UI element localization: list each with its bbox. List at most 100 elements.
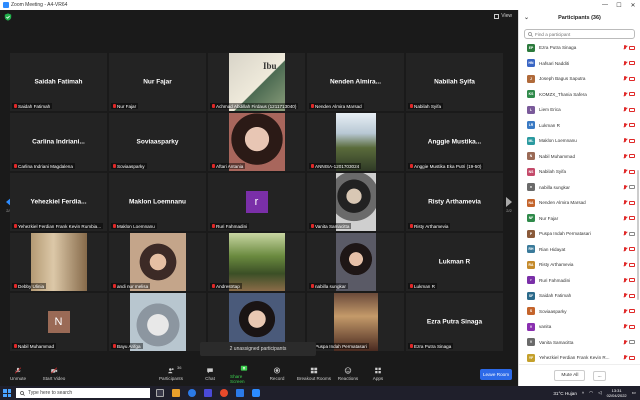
participant-row[interactable]: SF Saidah Fatimah: [519, 288, 640, 304]
participant-tile[interactable]: Carlina Indriani... Carlina Indriani Magd…: [10, 113, 107, 171]
mic-muted-icon: [113, 104, 116, 108]
participant-tile[interactable]: nabilla sungkar: [307, 233, 404, 291]
apps-button[interactable]: Apps: [370, 362, 386, 386]
participant-row[interactable]: L Liem Erica: [519, 102, 640, 118]
participant-tile[interactable]: Vanita Samacitta: [307, 173, 404, 231]
participant-tile[interactable]: ANNISA-1201703024: [307, 113, 404, 171]
zoom-taskbar-icon[interactable]: [252, 389, 260, 397]
participant-row[interactable]: r Ruri Fahmadini: [519, 273, 640, 289]
minimize-button[interactable]: —: [598, 0, 612, 10]
participant-row[interactable]: J Joseph Bagus Saputra: [519, 71, 640, 87]
edge-browser-icon[interactable]: [188, 389, 196, 397]
participant-tile[interactable]: r Ruri Fahmadini: [208, 173, 305, 231]
participant-tile[interactable]: Ezra Putra Sinaga Ezra Putra Sinaga: [406, 293, 503, 351]
chevron-down-icon[interactable]: ⌄: [524, 14, 529, 21]
participant-row[interactable]: V Vanita Samacitta: [519, 335, 640, 351]
video-off-icon: [629, 216, 635, 220]
unmute-button[interactable]: Unmute: [8, 362, 28, 386]
task-view-icon[interactable]: [156, 389, 164, 397]
clock[interactable]: 13:31 02/04/2022: [607, 388, 627, 398]
video-off-icon: [629, 200, 635, 205]
video-off-icon: [629, 138, 635, 143]
participant-avatar: r: [245, 191, 268, 213]
participant-tile[interactable]: Saidah Fatimah Saidah Fatimah: [10, 53, 107, 111]
participant-tile[interactable]: Risty Arthamevia Risty Arthamevia: [406, 173, 503, 231]
participant-row[interactable]: LR Lukman R: [519, 118, 640, 134]
participant-status-icons: [623, 200, 635, 205]
record-button[interactable]: Record: [268, 362, 286, 386]
participant-row[interactable]: YF Yehezkiel Ferdian Frank Kevin R...: [519, 350, 640, 364]
shield-icon[interactable]: [4, 13, 12, 21]
participant-row[interactable]: KS KOMZX_Thania Safera: [519, 87, 640, 103]
video-off-icon: [629, 355, 635, 360]
close-button[interactable]: ✕: [626, 0, 640, 10]
participant-tile[interactable]: Aftari Antania: [208, 113, 305, 171]
participant-row[interactable]: HN Hafsari Nadditi: [519, 56, 640, 72]
participant-row[interactable]: N Nabil Muhammad: [519, 149, 640, 165]
view-button[interactable]: View: [494, 13, 512, 19]
mic-muted-icon: [14, 224, 17, 228]
participant-row[interactable]: EP Ezra Putra Sinaga: [519, 40, 640, 56]
participant-row[interactable]: P Puspa Indah Permatasari: [519, 226, 640, 242]
unassigned-participants-button[interactable]: 2 unassigned participants: [200, 342, 316, 356]
taskbar-search[interactable]: Type here to search: [16, 388, 150, 398]
mic-muted-icon: [623, 138, 627, 143]
participant-row[interactable]: NS Nabilah Syifa: [519, 164, 640, 180]
search-input[interactable]: [535, 31, 625, 37]
weather-text[interactable]: 31°C Hujan: [553, 391, 577, 396]
next-page-button[interactable]: 2/2: [505, 197, 513, 215]
network-icon[interactable]: ◠: [589, 390, 593, 396]
share-screen-button[interactable]: Share Screen: [230, 362, 258, 386]
leave-room-button[interactable]: Leave Room: [480, 369, 512, 380]
participant-tile[interactable]: Debby Ulinia: [10, 233, 107, 291]
panel-scrollbar[interactable]: [637, 170, 639, 300]
store-icon[interactable]: [204, 389, 212, 397]
tile-label-text: Soviaasparky: [117, 163, 145, 169]
participant-tile[interactable]: Ibu Achmad Abdillah Firdaus (1211713040): [208, 53, 305, 111]
participant-row[interactable]: RA Risty Arthamevia: [519, 257, 640, 273]
book-cover-text: Ibu: [262, 61, 277, 71]
participant-row[interactable]: NA Nenden Almira Marsad: [519, 195, 640, 211]
notifications-icon[interactable]: ▭: [632, 390, 636, 396]
participant-tile[interactable]: Andrestrtap: [208, 233, 305, 291]
participant-avatar: YF: [527, 353, 535, 362]
participant-tile[interactable]: Anggie Mustika... Anggie Mustika Eka Putr…: [406, 113, 503, 171]
tile-label-text: Debby Ulinia: [18, 283, 45, 289]
mic-muted-icon: [14, 104, 17, 108]
participant-avatar: V: [527, 338, 535, 347]
start-video-button[interactable]: Start Video: [40, 362, 68, 386]
reactions-button[interactable]: Reactions: [336, 362, 360, 386]
mail-icon[interactable]: [236, 389, 244, 397]
participant-row[interactable]: S Soviaasparky: [519, 304, 640, 320]
participant-tile[interactable]: Soviaasparky Soviaasparky: [109, 113, 206, 171]
tile-label-text: Puspa Indah Permatasari: [315, 343, 367, 349]
participant-tile[interactable]: Nur Fajar Nur Fajar: [109, 53, 206, 111]
participant-row[interactable]: Vvanita: [519, 319, 640, 335]
chrome-browser-icon[interactable]: [220, 389, 228, 397]
participant-tile[interactable]: N Nabil Muhammad: [10, 293, 107, 351]
participant-tile[interactable]: Maklon Loemnanu Maklon Loemnanu: [109, 173, 206, 231]
participant-tile[interactable]: Bayu Arifga: [109, 293, 206, 351]
breakout-rooms-button[interactable]: Breakout Rooms: [296, 362, 332, 386]
more-options-button[interactable]: ...: [593, 370, 606, 381]
participant-tile[interactable]: Yehezkiel Ferdia... Yehezkiel Ferdian Fra…: [10, 173, 107, 231]
participant-row[interactable]: NF Nur Fajar: [519, 211, 640, 227]
participant-search[interactable]: [524, 29, 635, 39]
participant-tile[interactable]: Puspa Indah Permatasari: [307, 293, 404, 351]
participant-tile[interactable]: Nenden Almira... Nenden Almira Marsad: [307, 53, 404, 111]
maximize-button[interactable]: ☐: [612, 0, 626, 10]
participant-row[interactable]: RH Rian Hidayat: [519, 242, 640, 258]
participant-tile[interactable]: Nabilah Syifa Nabilah Syifa: [406, 53, 503, 111]
participant-tile[interactable]: andi nur melisa: [109, 233, 206, 291]
participant-row[interactable]: ML Maklon Loemnanu: [519, 133, 640, 149]
mute-all-button[interactable]: Mute All: [554, 370, 586, 381]
chevron-up-icon[interactable]: ^: [582, 391, 584, 396]
participant-tile[interactable]: Lukman R Lukman R: [406, 233, 503, 291]
volume-icon[interactable]: ◁: [598, 390, 602, 396]
participant-avatar: LR: [527, 121, 535, 130]
chat-button[interactable]: Chat: [202, 362, 218, 386]
file-explorer-icon[interactable]: [172, 389, 180, 397]
participants-panel: ⌄ Participants (36) EP Ezra Putra Sinaga H…: [518, 10, 640, 386]
participant-row[interactable]: n nabilla sungkar: [519, 180, 640, 196]
windows-start-icon[interactable]: [3, 389, 11, 397]
